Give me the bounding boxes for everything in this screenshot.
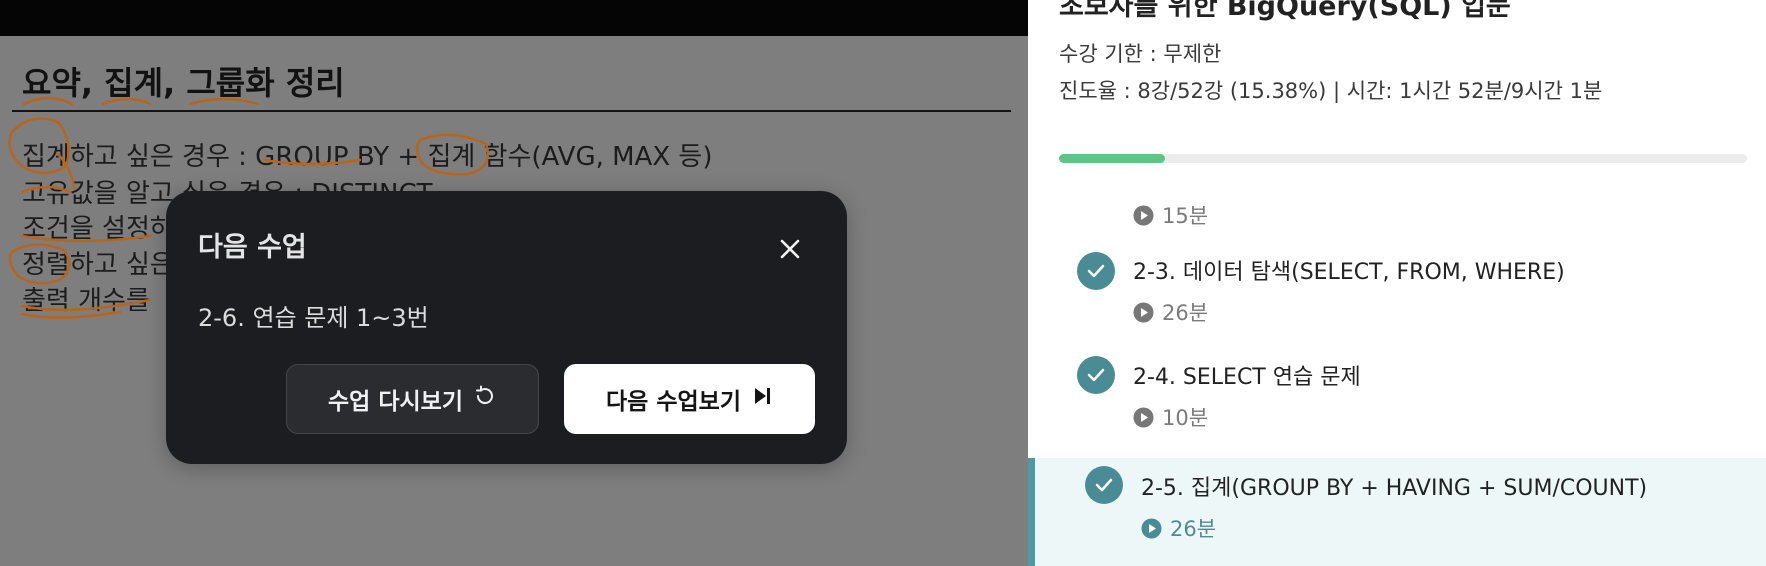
lesson-title: 2-4. SELECT 연습 문제 — [1133, 365, 1361, 390]
lesson-title: 2-3. 데이터 탐색(SELECT, FROM, WHERE) — [1133, 260, 1565, 285]
check-icon — [1085, 466, 1123, 504]
next-lesson-title: 2-6. 연습 문제 1~3번 — [198, 304, 429, 332]
close-icon[interactable] — [770, 229, 810, 269]
next-lesson-button[interactable]: 다음 수업보기 — [564, 364, 815, 434]
lesson-item-2-5-active[interactable]: 2-5. 집계(GROUP BY + HAVING + SUM/COUNT) 2… — [1028, 458, 1766, 566]
next-lesson-modal: 다음 수업 2-6. 연습 문제 1~3번 수업 다시보기 다음 수업보기 — [166, 191, 847, 464]
lesson-title: 2-5. 집계(GROUP BY + HAVING + SUM/COUNT) — [1141, 476, 1648, 501]
lesson-item-2-4[interactable]: 2-4. SELECT 연습 문제 10분 — [1028, 356, 1766, 462]
next-button-label: 다음 수업보기 — [606, 389, 741, 415]
lesson-duration: 26분 — [1133, 297, 1208, 327]
lesson-duration-text: 26분 — [1170, 517, 1217, 541]
check-icon — [1077, 252, 1115, 290]
progress-text: 진도율 : 8강/52강 (15.38%) | 시간: 1시간 52분/9시간 … — [1059, 79, 1603, 103]
replay-button-label: 수업 다시보기 — [328, 389, 463, 415]
lesson-item-2-3[interactable]: 2-3. 데이터 탐색(SELECT, FROM, WHERE) 26분 — [1028, 250, 1766, 356]
enrollment-period: 수강 기한 : 무제한 — [1059, 42, 1222, 66]
lesson-duration-text: 26분 — [1162, 301, 1209, 325]
course-panel: 초보자를 위한 BigQuery(SQL) 입문 수강 기한 : 무제한 진도율… — [1028, 0, 1766, 566]
check-icon — [1077, 356, 1115, 394]
lesson-duration-partial: 15분 — [1133, 200, 1208, 230]
lesson-duration: 10분 — [1133, 402, 1208, 432]
video-player[interactable]: 요약, 집계, 그룹화 정리 집계하고 싶은 경우 : GROUP BY + 집… — [0, 0, 1028, 566]
play-circle-icon — [1141, 518, 1162, 538]
lesson-duration: 26분 — [1141, 513, 1216, 543]
skip-next-icon — [751, 385, 773, 413]
progress-bar-fill — [1059, 154, 1165, 163]
play-circle-icon — [1133, 205, 1154, 225]
modal-title: 다음 수업 — [198, 232, 307, 263]
progress-bar — [1059, 154, 1747, 163]
play-circle-icon — [1133, 302, 1154, 322]
replay-icon — [473, 384, 497, 414]
lesson-duration-text: 15분 — [1162, 204, 1209, 228]
lesson-duration-text: 10분 — [1162, 406, 1209, 430]
course-title: 초보자를 위한 BigQuery(SQL) 입문 — [1059, 0, 1511, 22]
play-circle-icon — [1133, 407, 1154, 427]
replay-lesson-button[interactable]: 수업 다시보기 — [286, 364, 539, 434]
